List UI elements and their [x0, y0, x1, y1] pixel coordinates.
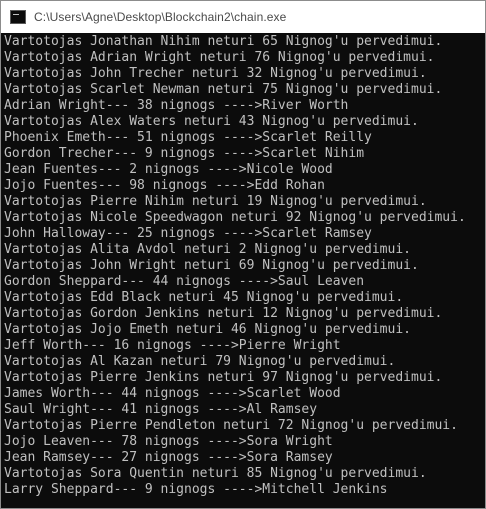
console-line: Gordon Trecher--- 9 nignogs ---->Scarlet… [4, 146, 365, 161]
console-line: Jean Fuentes--- 2 nignogs ---->Nicole Wo… [4, 162, 333, 177]
console-line: Vartotojas Pierre Nihim neturi 19 Nignog… [4, 194, 427, 209]
console-line: John Halloway--- 25 nignogs ---->Scarlet… [4, 226, 372, 241]
console-line: Vartotojas Jojo Emeth neturi 46 Nignog'u… [4, 322, 411, 337]
console-line: Saul Wright--- 41 nignogs ---->Al Ramsey [4, 402, 318, 417]
console-line: Jeff Worth--- 16 nignogs ---->Pierre Wri… [4, 338, 341, 353]
console-line: Vartotojas Sora Quentin neturi 85 Nignog… [4, 466, 427, 481]
console-app-icon[interactable] [10, 10, 26, 24]
console-output[interactable]: Vartotojas Jonathan Nihim neturi 65 Nign… [1, 33, 485, 508]
console-line: Vartotojas Edd Black neturi 45 Nignog'u … [4, 290, 404, 305]
title-bar[interactable]: C:\Users\Agne\Desktop\Blockchain2\chain.… [1, 1, 485, 33]
console-line: Vartotojas Pierre Pendleton neturi 72 Ni… [4, 418, 458, 433]
console-line: Vartotojas Scarlet Newman neturi 75 Nign… [4, 82, 443, 97]
console-line: Vartotojas Alita Avdol neturi 2 Nignog'u… [4, 242, 411, 257]
console-line: James Worth--- 44 nignogs ---->Scarlet W… [4, 386, 341, 401]
console-line: Vartotojas John Trecher neturi 32 Nignog… [4, 66, 427, 81]
console-line: Vartotojas Adrian Wright neturi 76 Nigno… [4, 50, 435, 65]
console-line: Vartotojas Pierre Jenkins neturi 97 Nign… [4, 370, 443, 385]
console-line: Jean Ramsey--- 27 nignogs ---->Sora Rams… [4, 450, 333, 465]
window-title: C:\Users\Agne\Desktop\Blockchain2\chain.… [34, 10, 287, 24]
console-line: Adrian Wright--- 38 nignogs ---->River W… [4, 98, 349, 113]
console-line: Larry Sheppard--- 9 nignogs ---->Mitchel… [4, 482, 388, 497]
console-line: Vartotojas Gordon Jenkins neturi 12 Nign… [4, 306, 443, 321]
console-line: Gordon Sheppard--- 44 nignogs ---->Saul … [4, 274, 365, 289]
console-line: Phoenix Emeth--- 51 nignogs ---->Scarlet… [4, 130, 372, 145]
console-line: Vartotojas John Wright neturi 69 Nignog'… [4, 258, 419, 273]
console-line: Vartotojas Jonathan Nihim neturi 65 Nign… [4, 34, 443, 49]
console-line: Jojo Fuentes--- 98 nignogs ---->Edd Roha… [4, 178, 325, 193]
console-line: Vartotojas Alex Waters neturi 43 Nignog'… [4, 114, 419, 129]
console-line: Vartotojas Al Kazan neturi 79 Nignog'u p… [4, 354, 396, 369]
console-line: Jojo Leaven--- 78 nignogs ---->Sora Wrig… [4, 434, 333, 449]
console-line: Vartotojas Nicole Speedwagon neturi 92 N… [4, 210, 466, 225]
console-window: C:\Users\Agne\Desktop\Blockchain2\chain.… [0, 0, 486, 509]
